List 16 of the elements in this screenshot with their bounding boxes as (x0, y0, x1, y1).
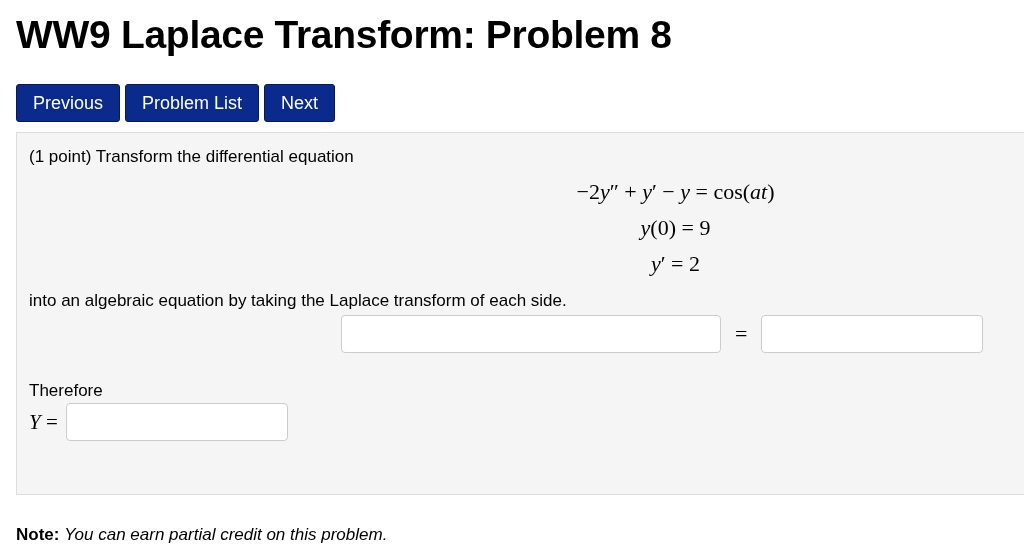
answer-field[interactable] (761, 315, 984, 353)
page-title: WW9 Laplace Transform: Problem 8 (16, 12, 673, 58)
math-equation: −2y″ + y′ − y = cos(at) (576, 179, 775, 205)
answer-field[interactable] (65, 403, 288, 441)
problem-intro: (1 point) Transform the differential equation (29, 147, 355, 167)
nav-button[interactable]: Next (264, 84, 336, 122)
math-equation: y′ = 2 (651, 251, 700, 277)
answer-field[interactable] (341, 315, 721, 353)
math-equation: y(0) = 9 (640, 215, 711, 241)
note-text: Note: You can earn partial credit on this problem. (16, 525, 389, 544)
therefore-text: Therefore (29, 381, 104, 401)
nav-button[interactable]: Previous (16, 84, 121, 122)
equals-sign: = (735, 321, 748, 347)
nav-button[interactable]: Problem List (125, 84, 260, 122)
problem-instruction: into an algebraic equation by taking the Laplace transform of each side. (29, 291, 568, 311)
answer-label: Y = (29, 409, 58, 435)
